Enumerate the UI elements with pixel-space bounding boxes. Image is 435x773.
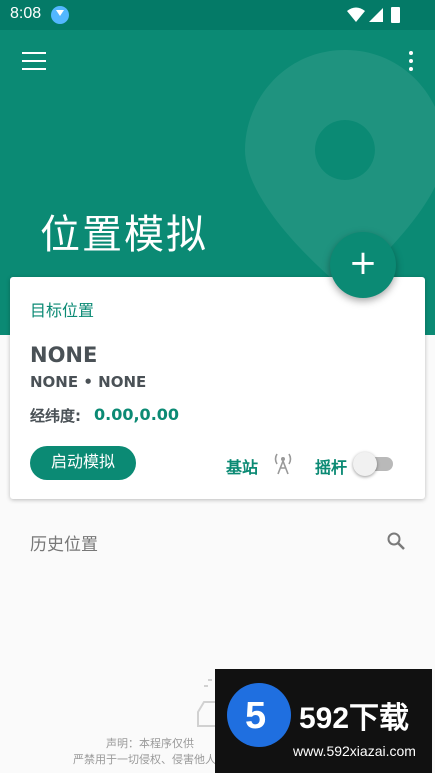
status-bar: 8:08	[0, 0, 435, 30]
more-options-icon[interactable]	[407, 51, 415, 75]
watermark-brand: 592下载	[299, 702, 410, 735]
toggle-knob	[353, 452, 377, 476]
plus-icon: +	[348, 243, 378, 283]
location-subtitle: NONE • NONE	[30, 373, 147, 391]
battery-icon	[391, 7, 400, 23]
watermark-logo-number: 5	[245, 695, 267, 737]
joystick-label: 摇杆	[315, 458, 348, 477]
start-simulation-button[interactable]: 启动模拟	[30, 446, 136, 480]
menu-icon[interactable]	[22, 52, 46, 72]
status-icons	[347, 7, 400, 23]
coordinates-label: 经纬度:	[30, 407, 81, 425]
watermark-banner: 5 592下载 www.592xiazai.com	[215, 669, 432, 773]
search-icon[interactable]	[386, 531, 406, 551]
base-station-label: 基站	[226, 458, 259, 477]
antenna-icon[interactable]	[272, 451, 294, 475]
signal-icon	[369, 8, 383, 22]
target-location-label: 目标位置	[30, 301, 95, 320]
download-icon	[51, 6, 69, 24]
location-name: NONE	[30, 343, 98, 367]
coordinates-value: 0.00,0.00	[94, 405, 180, 424]
page-title: 位置模拟	[40, 212, 208, 258]
joystick-toggle[interactable]	[353, 452, 395, 476]
status-time: 8:08	[10, 5, 42, 22]
add-location-button[interactable]: +	[330, 232, 396, 298]
wifi-icon	[347, 7, 365, 22]
target-location-card: 目标位置 NONE NONE • NONE 经纬度: 0.00,0.00 启动模…	[10, 277, 425, 499]
history-title: 历史位置	[30, 535, 98, 555]
watermark-url: www.592xiazai.com	[293, 743, 416, 759]
